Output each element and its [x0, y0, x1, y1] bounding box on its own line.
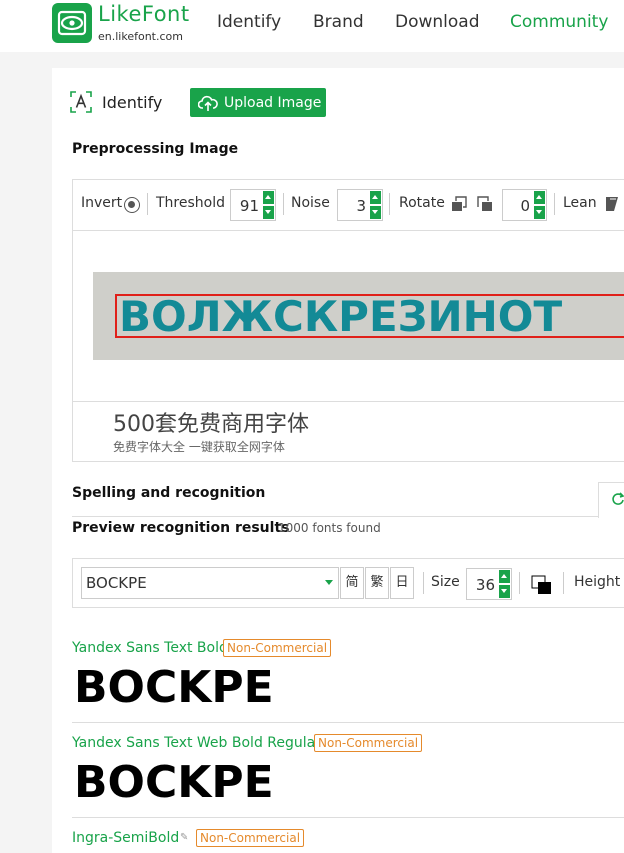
- refresh-tab[interactable]: [598, 482, 624, 518]
- preview-toolbar: BOCKPE 简 繁 日 Size 36 Height: [72, 558, 624, 608]
- increment-icon[interactable]: [499, 570, 510, 583]
- spelling-title: Spelling and recognition: [72, 485, 266, 501]
- license-badge: Non-Commercial: [196, 829, 305, 847]
- text-scan-icon: [70, 91, 92, 113]
- font-name-link[interactable]: Yandex Sans Text Web Bold Regular: [72, 735, 321, 751]
- rotate-stepper[interactable]: 0: [502, 189, 547, 221]
- threshold-stepper[interactable]: 91: [230, 189, 276, 221]
- divider: [147, 193, 148, 215]
- divider: [72, 817, 624, 818]
- cloud-upload-icon: [198, 95, 218, 111]
- logo-url: en.likefont.com: [98, 30, 183, 43]
- simplified-button[interactable]: 简: [340, 567, 364, 599]
- height-label: Height: [574, 574, 621, 590]
- font-sample[interactable]: BOCKPE: [74, 662, 274, 713]
- divider: [73, 401, 624, 402]
- divider: [554, 193, 555, 215]
- decrement-icon[interactable]: [370, 206, 381, 219]
- divider: [563, 572, 564, 594]
- license-badge: Non-Commercial: [314, 734, 423, 752]
- divider: [283, 193, 284, 215]
- size-spin[interactable]: [499, 570, 510, 598]
- lean-icon[interactable]: [604, 196, 620, 212]
- preview-text-value: BOCKPE: [86, 574, 147, 592]
- identify-label: Identify: [102, 93, 163, 112]
- preprocessing-toolbar: Invert Threshold 91 Noise 3 Rotate 0 Lea…: [73, 180, 624, 231]
- size-stepper[interactable]: 36: [466, 568, 512, 600]
- uploaded-image-preview[interactable]: ВОЛЖСКРЕЗИНОТ: [93, 272, 624, 360]
- logo-title[interactable]: LikeFont: [98, 2, 190, 26]
- nav-download[interactable]: Download: [395, 12, 480, 32]
- size-label: Size: [431, 574, 460, 590]
- nav-community[interactable]: Community: [510, 12, 608, 32]
- likefont-logo[interactable]: [52, 3, 92, 43]
- divider: [423, 572, 424, 594]
- results-title: Preview recognition results: [72, 520, 290, 536]
- color-picker-icon[interactable]: [531, 575, 553, 595]
- threshold-value: 91: [239, 197, 259, 215]
- chevron-down-icon[interactable]: [325, 580, 333, 585]
- preprocessing-title: Preprocessing Image: [72, 141, 239, 157]
- noise-spin[interactable]: [370, 191, 381, 219]
- divider: [519, 572, 520, 594]
- rotate-left-icon[interactable]: [451, 196, 467, 212]
- license-badge: Non-Commercial: [223, 639, 332, 657]
- rotate-value: 0: [520, 197, 530, 215]
- upload-image-label: Upload Image: [224, 94, 322, 111]
- eye-icon: [57, 10, 87, 36]
- preview-text-select[interactable]: BOCKPE: [81, 567, 339, 599]
- invert-radio[interactable]: [124, 197, 140, 213]
- threshold-spin[interactable]: [263, 191, 274, 219]
- divider: [72, 722, 624, 723]
- japanese-button[interactable]: 日: [390, 567, 414, 599]
- size-value: 36: [475, 576, 495, 594]
- increment-icon[interactable]: [370, 191, 381, 204]
- nav-brand[interactable]: Brand: [313, 12, 364, 32]
- decrement-icon[interactable]: [499, 585, 510, 598]
- font-name-link[interactable]: Ingra-SemiBold: [72, 830, 179, 846]
- increment-icon[interactable]: [263, 191, 274, 204]
- noise-value: 3: [356, 197, 366, 215]
- traditional-button[interactable]: 繁: [365, 567, 389, 599]
- top-header: LikeFont en.likefont.com Identify Brand …: [0, 0, 624, 52]
- divider: [389, 193, 390, 215]
- divider: [72, 516, 598, 517]
- rotate-label: Rotate: [399, 195, 445, 211]
- preprocessing-panel: Invert Threshold 91 Noise 3 Rotate 0 Lea…: [72, 179, 624, 462]
- threshold-label: Threshold: [156, 195, 225, 211]
- ad-title[interactable]: 500套免费商用字体: [113, 406, 309, 438]
- lean-label: Lean: [563, 195, 597, 211]
- nav-identify[interactable]: Identify: [217, 12, 281, 32]
- rotate-right-icon[interactable]: [477, 196, 493, 212]
- ad-subtitle[interactable]: 免费字体大全 一键获取全网字体: [113, 438, 285, 455]
- noise-label: Noise: [291, 195, 330, 211]
- invert-label: Invert: [81, 195, 123, 211]
- decrement-icon[interactable]: [263, 206, 274, 219]
- font-sample[interactable]: BOCKPE: [74, 757, 274, 808]
- font-name-link[interactable]: Yandex Sans Text Bold: [72, 640, 228, 656]
- noise-stepper[interactable]: 3: [337, 189, 383, 221]
- increment-icon[interactable]: [534, 191, 545, 204]
- recognized-text-box[interactable]: ВОЛЖСКРЕЗИНОТ: [115, 294, 624, 338]
- decrement-icon[interactable]: [534, 206, 545, 219]
- edit-icon[interactable]: ✎: [180, 832, 188, 843]
- refresh-icon: [612, 492, 624, 505]
- fonts-found-count: 1000 fonts found: [278, 521, 381, 535]
- rotate-spin[interactable]: [534, 191, 545, 219]
- upload-image-button[interactable]: Upload Image: [190, 88, 326, 117]
